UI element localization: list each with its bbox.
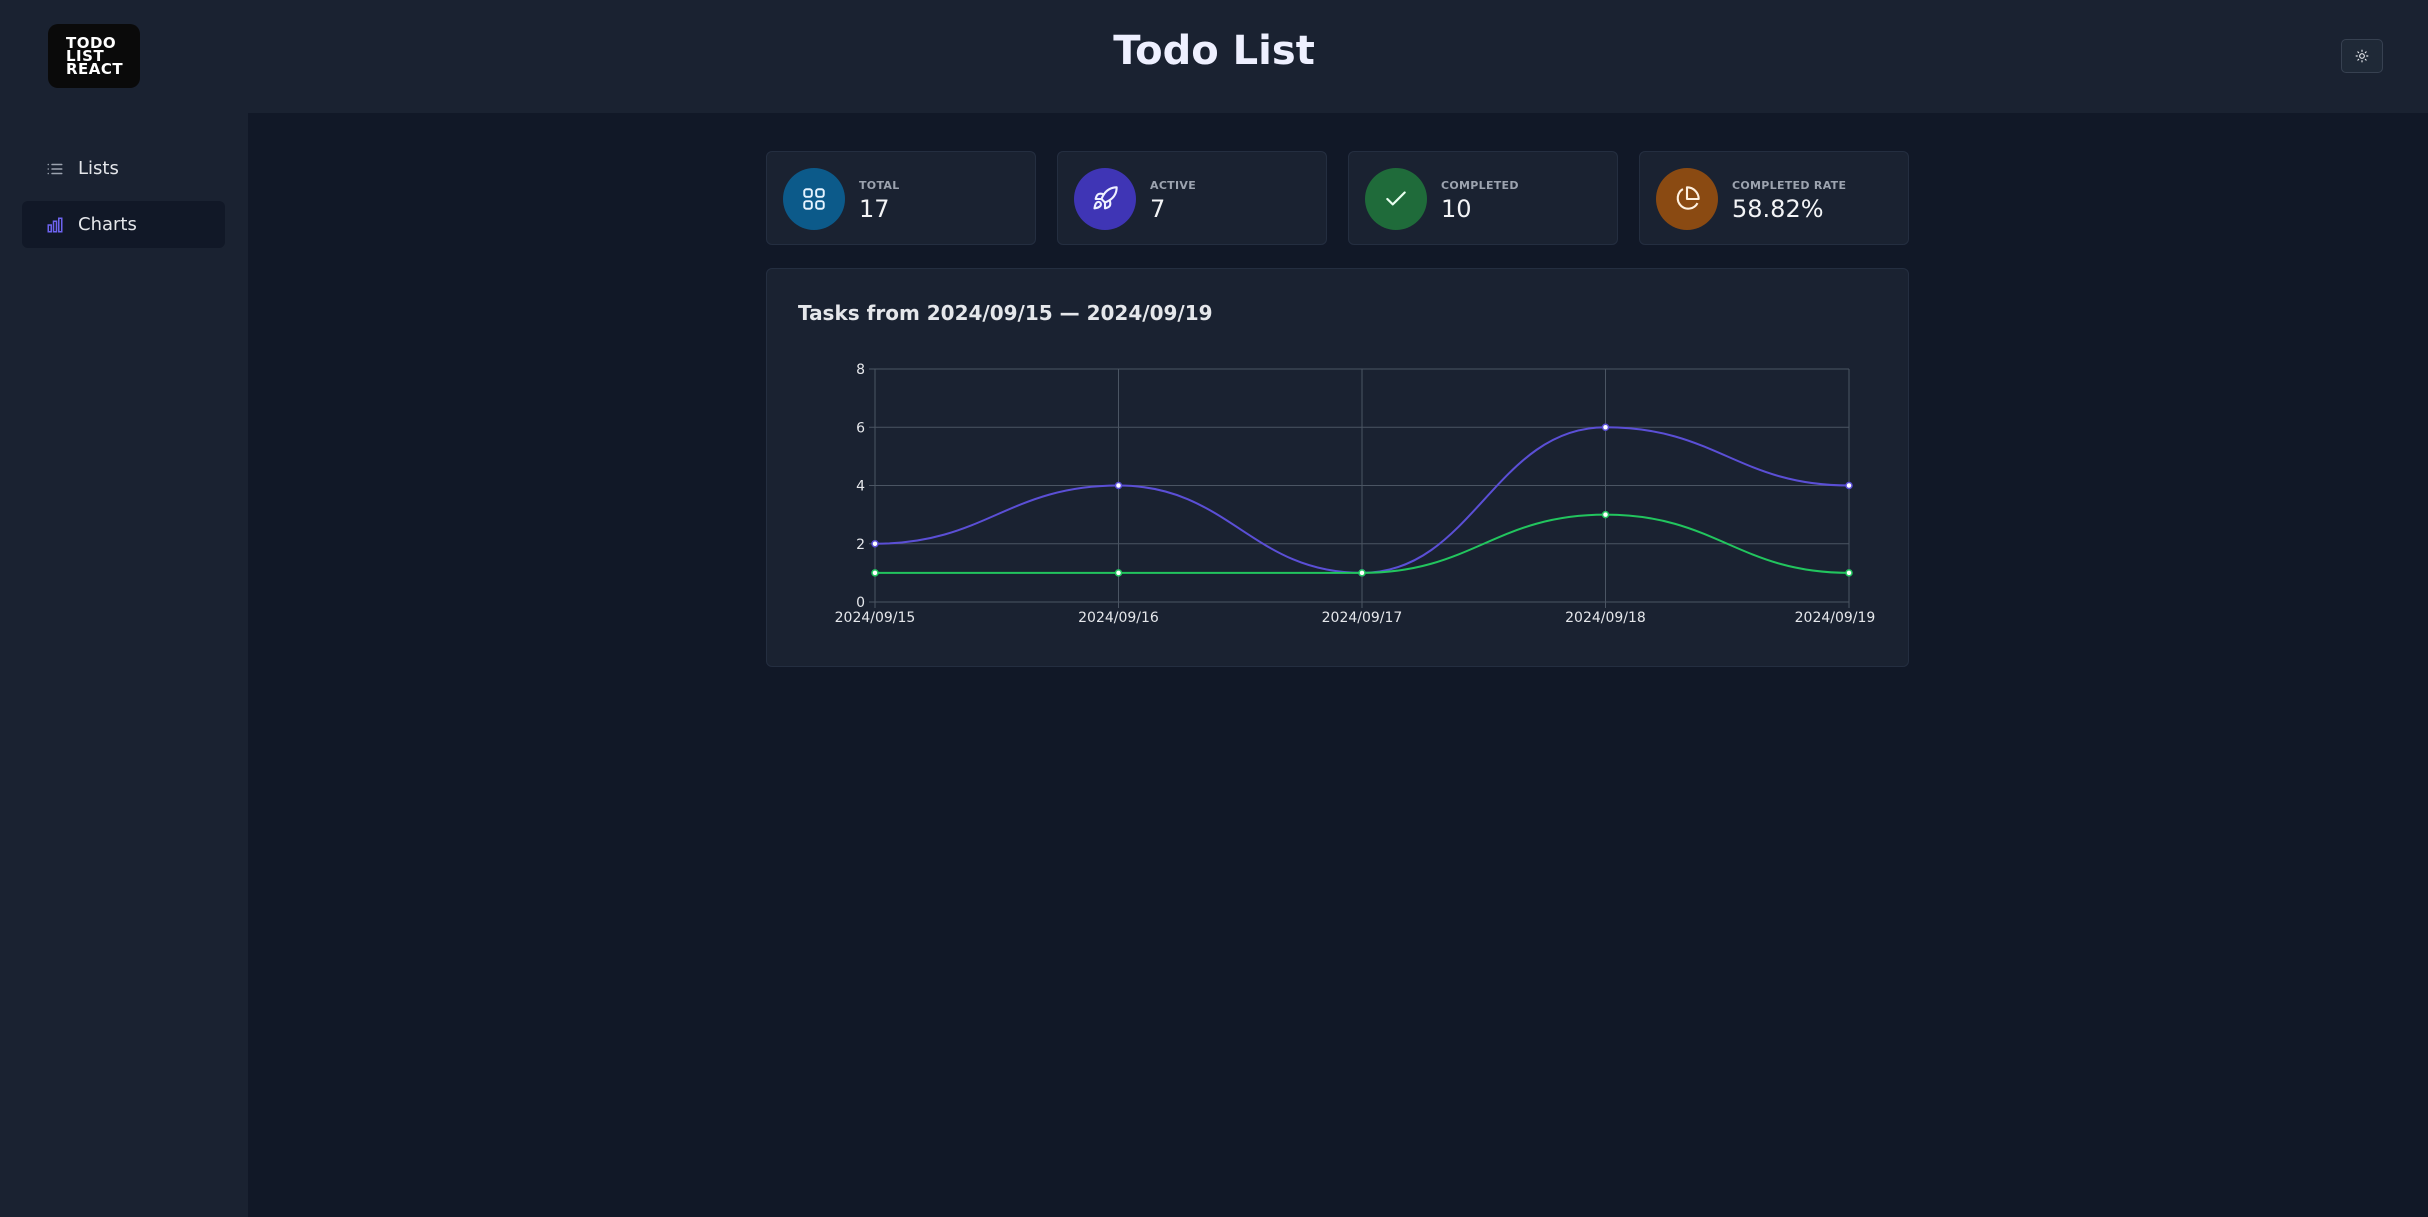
stat-value: 7 bbox=[1150, 195, 1166, 223]
check-icon bbox=[1365, 168, 1427, 230]
stat-card-completed-rate: COMPLETED RATE 58.82% bbox=[1639, 151, 1909, 245]
sun-icon bbox=[2355, 49, 2369, 63]
series-point-0 bbox=[1845, 481, 1853, 490]
stat-card-active: ACTIVE 7 bbox=[1057, 151, 1327, 245]
stat-value: 10 bbox=[1441, 195, 1472, 223]
stat-value: 17 bbox=[859, 195, 890, 223]
series-point-0 bbox=[871, 540, 879, 548]
sidebar-item-charts[interactable]: Charts bbox=[22, 201, 225, 248]
stat-label: COMPLETED RATE bbox=[1732, 179, 1847, 192]
x-tick-label: 2024/09/19 bbox=[1795, 610, 1876, 626]
x-tick-label: 2024/09/17 bbox=[1322, 610, 1403, 626]
stat-label: COMPLETED bbox=[1441, 179, 1519, 192]
x-tick-label: 2024/09/16 bbox=[1078, 610, 1159, 626]
y-tick-label: 2 bbox=[856, 537, 865, 553]
series-point-1 bbox=[1845, 569, 1853, 577]
series-point-0 bbox=[1601, 423, 1610, 431]
series-point-1 bbox=[1601, 510, 1610, 519]
series-point-0 bbox=[1114, 481, 1123, 490]
sidebar-item-label: Lists bbox=[78, 158, 119, 179]
grid-icon bbox=[783, 168, 845, 230]
bar-chart-icon bbox=[46, 216, 64, 234]
app-header: TODO LIST REACT Todo List bbox=[0, 0, 2428, 113]
page-title: Todo List bbox=[1113, 28, 1315, 74]
tasks-chart-card: Tasks from 2024/09/15 — 2024/09/19 02468… bbox=[766, 268, 1909, 667]
y-tick-label: 6 bbox=[856, 420, 865, 436]
stat-value: 58.82% bbox=[1732, 195, 1824, 223]
pie-icon bbox=[1656, 168, 1718, 230]
theme-toggle-button[interactable] bbox=[2341, 39, 2383, 73]
series-point-1 bbox=[871, 569, 879, 577]
rocket-icon bbox=[1074, 168, 1136, 230]
series-point-1 bbox=[1358, 569, 1366, 577]
sidebar-item-label: Charts bbox=[78, 214, 137, 235]
y-tick-label: 4 bbox=[856, 479, 865, 495]
list-icon bbox=[46, 160, 64, 178]
y-tick-label: 8 bbox=[856, 362, 865, 378]
x-tick-label: 2024/09/15 bbox=[835, 610, 916, 626]
stat-card-total: TOTAL 17 bbox=[766, 151, 1036, 245]
sidebar-item-lists[interactable]: Lists bbox=[22, 145, 225, 192]
sidebar: Lists Charts bbox=[0, 113, 248, 1217]
stat-label: TOTAL bbox=[859, 179, 900, 192]
x-tick-label: 2024/09/18 bbox=[1565, 610, 1646, 626]
y-tick-label: 0 bbox=[856, 595, 865, 611]
series-point-1 bbox=[1114, 569, 1123, 577]
tasks-line-chart: 0 2 4 6 8 2024/09/15 2024/09/16 2024/09/17 2024/… bbox=[835, 362, 1876, 626]
stat-label: ACTIVE bbox=[1150, 179, 1197, 192]
stat-card-completed: COMPLETED 10 bbox=[1348, 151, 1618, 245]
